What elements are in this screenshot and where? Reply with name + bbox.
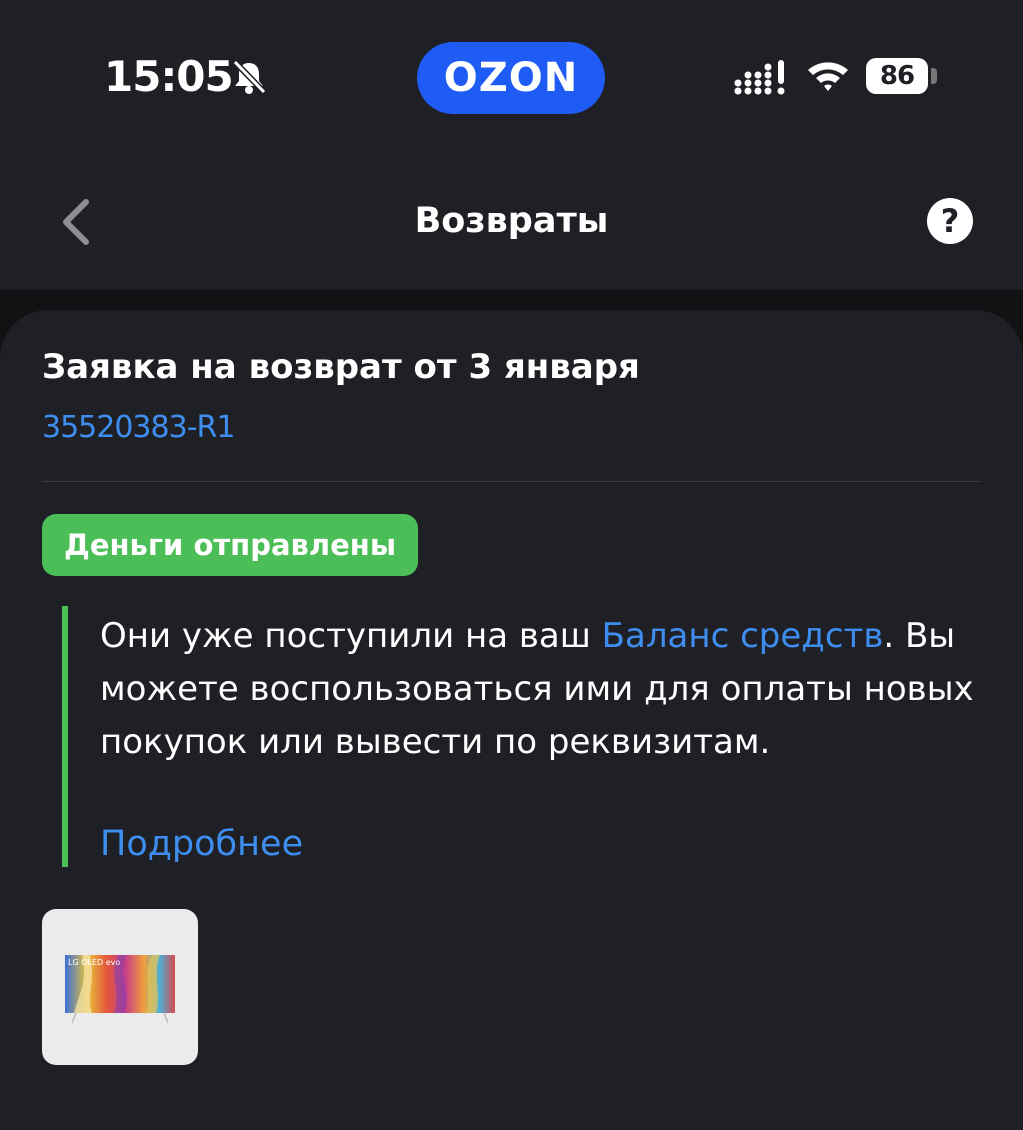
refund-message: Они уже поступили на ваш Баланс средств.… bbox=[100, 610, 980, 769]
request-title: Заявка на возврат от 3 января bbox=[42, 347, 640, 387]
battery-indicator: 86 bbox=[866, 58, 928, 94]
wifi-icon bbox=[808, 62, 848, 91]
ozon-logo: OZON bbox=[417, 42, 605, 114]
more-details-link[interactable]: Подробнее bbox=[100, 818, 303, 870]
note-accent-bar bbox=[62, 606, 68, 867]
tv-brand-text: LG OLED evo bbox=[68, 958, 120, 967]
bell-slash-icon bbox=[232, 59, 267, 95]
divider bbox=[42, 481, 981, 482]
help-button[interactable]: ? bbox=[927, 198, 973, 244]
request-id-link[interactable]: 35520383-R1 bbox=[42, 406, 235, 450]
cellular-signal-icon bbox=[734, 60, 785, 95]
page-title: Возвраты bbox=[414, 201, 609, 241]
balance-link[interactable]: Баланс средств bbox=[602, 616, 884, 656]
message-text: Они уже поступили на ваш bbox=[100, 616, 602, 656]
product-thumbnail[interactable]: LG OLED evo bbox=[42, 909, 198, 1065]
status-badge: Деньги отправлены bbox=[42, 514, 419, 576]
battery-tip bbox=[931, 68, 937, 84]
status-time: 15:05 bbox=[104, 52, 234, 101]
tv-product-image: LG OLED evo bbox=[65, 955, 175, 1024]
